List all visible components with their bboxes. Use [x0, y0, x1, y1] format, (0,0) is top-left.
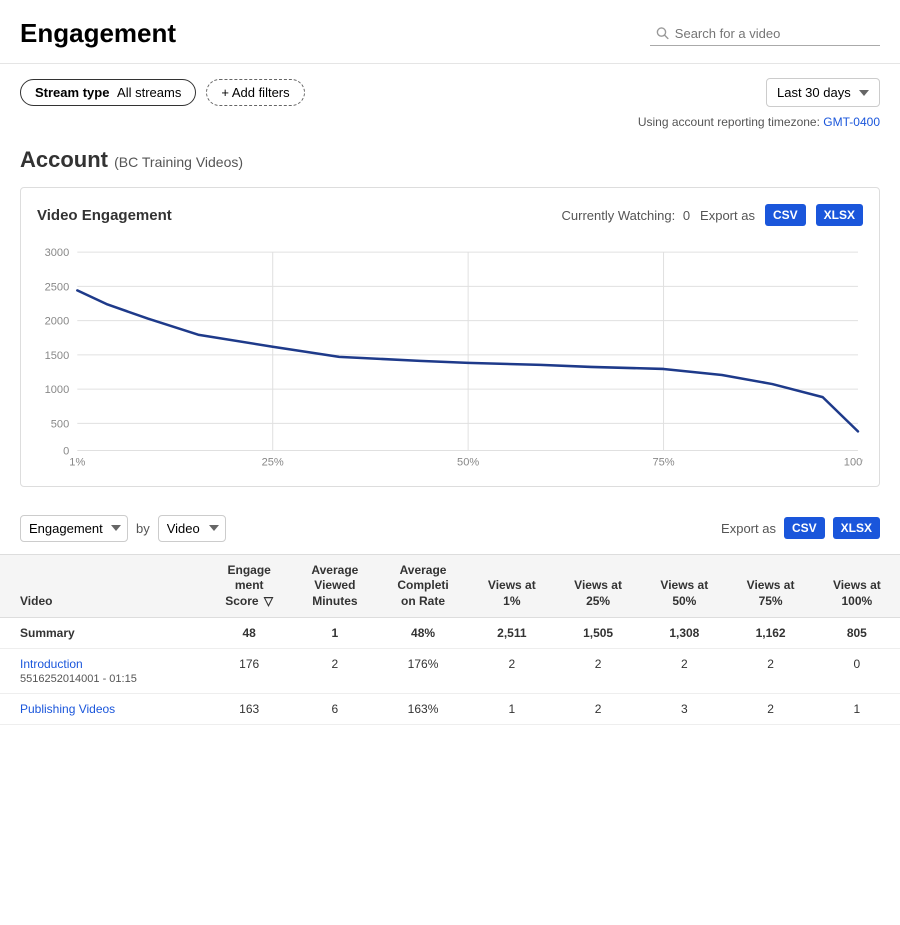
svg-text:3000: 3000 — [45, 247, 70, 259]
row2-completion: 163% — [377, 694, 468, 725]
svg-text:25%: 25% — [262, 457, 284, 469]
timezone-link[interactable]: GMT-0400 — [823, 115, 880, 129]
engagement-chart: 3000 2500 2000 1500 1000 500 0 1% 25 — [37, 238, 863, 470]
video-link-introduction[interactable]: Introduction — [20, 657, 200, 671]
col-header-views-1: Views at1% — [469, 554, 555, 618]
row1-engagement: 176 — [206, 649, 292, 694]
row2-views-25: 2 — [555, 694, 641, 725]
svg-text:500: 500 — [51, 418, 69, 430]
date-range-select[interactable]: Last 30 days Last 7 days Last 90 days Cu… — [766, 78, 880, 107]
dimension-select[interactable]: Video — [158, 515, 226, 542]
chart-header: Video Engagement Currently Watching: 0 E… — [37, 204, 863, 226]
stream-type-value: All streams — [117, 85, 181, 100]
currently-watching-value: 0 — [683, 208, 690, 223]
chart-svg: 3000 2500 2000 1500 1000 500 0 1% 25 — [37, 238, 863, 470]
table-controls-left: Engagement by Video — [20, 515, 226, 542]
svg-text:1500: 1500 — [45, 350, 70, 362]
video-cell-2: Publishing Videos — [0, 694, 206, 725]
summary-row: Summary 48 1 48% 2,511 1,505 1,308 1,162… — [0, 618, 900, 649]
row1-views-100: 0 — [814, 649, 900, 694]
row2-engagement: 163 — [206, 694, 292, 725]
svg-text:1%: 1% — [69, 457, 85, 469]
date-selector-wrapper[interactable]: Last 30 days Last 7 days Last 90 days Cu… — [766, 78, 880, 107]
row1-views-1: 2 — [469, 649, 555, 694]
chart-card: Video Engagement Currently Watching: 0 E… — [20, 187, 880, 487]
row2-views-50: 3 — [641, 694, 727, 725]
add-filters-label: + Add filters — [221, 85, 289, 100]
row2-views-75: 2 — [727, 694, 813, 725]
metric-select[interactable]: Engagement — [20, 515, 128, 542]
row2-avg-minutes: 6 — [292, 694, 377, 725]
filters-left: Stream type All streams + Add filters — [20, 79, 305, 106]
table-export-label: Export as — [721, 521, 776, 536]
chart-export-label: Export as — [700, 208, 755, 223]
filters-row: Stream type All streams + Add filters La… — [0, 64, 900, 115]
search-box[interactable] — [650, 22, 880, 46]
stream-type-label: Stream type — [35, 85, 109, 100]
row1-views-25: 2 — [555, 649, 641, 694]
summary-views-25: 1,505 — [555, 618, 641, 649]
row2-views-1: 1 — [469, 694, 555, 725]
summary-label: Summary — [0, 618, 206, 649]
row2-views-100: 1 — [814, 694, 900, 725]
svg-text:100%: 100% — [844, 457, 863, 469]
video-link-publishing[interactable]: Publishing Videos — [20, 702, 200, 716]
summary-avg-minutes: 1 — [292, 618, 377, 649]
summary-views-100: 805 — [814, 618, 900, 649]
svg-text:1000: 1000 — [45, 384, 70, 396]
table-header-row: Video EngagementScore ▽ AverageViewedMin… — [0, 554, 900, 618]
stream-type-button[interactable]: Stream type All streams — [20, 79, 196, 106]
row1-completion: 176% — [377, 649, 468, 694]
col-header-views-75: Views at75% — [727, 554, 813, 618]
search-icon — [656, 26, 669, 40]
video-id-1: 5516252014001 - 01:15 — [20, 673, 137, 685]
timezone-prefix: Using account reporting timezone: — [638, 115, 820, 129]
account-section-title: Account (BC Training Videos) — [0, 139, 900, 187]
summary-views-75: 1,162 — [727, 618, 813, 649]
svg-text:50%: 50% — [457, 457, 479, 469]
table-row: Publishing Videos 163 6 163% 1 2 3 2 1 — [0, 694, 900, 725]
add-filters-button[interactable]: + Add filters — [206, 79, 304, 106]
table-csv-button[interactable]: CSV — [784, 517, 825, 539]
row1-avg-minutes: 2 — [292, 649, 377, 694]
currently-watching-label: Currently Watching: 0 — [562, 208, 691, 223]
chart-xlsx-button[interactable]: XLSX — [816, 204, 863, 226]
summary-views-50: 1,308 — [641, 618, 727, 649]
chart-title: Video Engagement — [37, 207, 172, 224]
table-xlsx-button[interactable]: XLSX — [833, 517, 880, 539]
chart-csv-button[interactable]: CSV — [765, 204, 806, 226]
summary-completion: 48% — [377, 618, 468, 649]
col-header-views-50: Views at50% — [641, 554, 727, 618]
table-controls: Engagement by Video Export as CSV XLSX — [0, 503, 900, 554]
row1-views-75: 2 — [727, 649, 813, 694]
col-header-completion: AverageCompletion Rate — [377, 554, 468, 618]
summary-views-1: 2,511 — [469, 618, 555, 649]
col-header-views-25: Views at25% — [555, 554, 641, 618]
account-subtitle: (BC Training Videos) — [114, 154, 243, 170]
svg-text:75%: 75% — [652, 457, 674, 469]
account-label: Account — [20, 147, 108, 172]
row1-views-50: 2 — [641, 649, 727, 694]
table-export-right: Export as CSV XLSX — [721, 517, 880, 539]
page-title: Engagement — [20, 18, 176, 49]
video-cell-1: Introduction 5516252014001 - 01:15 — [0, 649, 206, 694]
table-row: Introduction 5516252014001 - 01:15 176 2… — [0, 649, 900, 694]
col-header-engagement[interactable]: EngagementScore ▽ — [206, 554, 292, 618]
by-label: by — [136, 521, 150, 536]
col-header-video: Video — [0, 554, 206, 618]
svg-text:2000: 2000 — [45, 316, 70, 328]
page-header: Engagement — [0, 0, 900, 64]
summary-engagement: 48 — [206, 618, 292, 649]
col-header-views-100: Views at100% — [814, 554, 900, 618]
chart-actions: Currently Watching: 0 Export as CSV XLSX — [562, 204, 863, 226]
svg-text:2500: 2500 — [45, 281, 70, 293]
timezone-row: Using account reporting timezone: GMT-04… — [0, 115, 900, 139]
engagement-table: Video EngagementScore ▽ AverageViewedMin… — [0, 554, 900, 726]
search-input[interactable] — [675, 26, 874, 41]
col-header-avg-minutes: AverageViewedMinutes — [292, 554, 377, 618]
